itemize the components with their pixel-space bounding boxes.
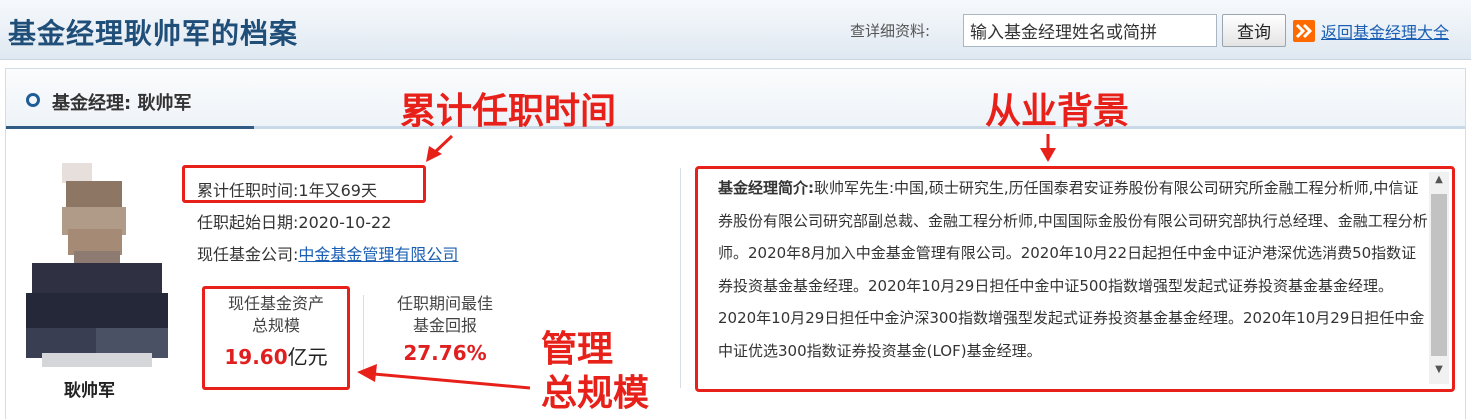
scale-arrow-icon: [357, 364, 531, 390]
background-arrow-icon: [1040, 134, 1056, 162]
annotation-arrows: [357, 134, 1056, 390]
tenure-arrow-icon: [426, 134, 454, 162]
